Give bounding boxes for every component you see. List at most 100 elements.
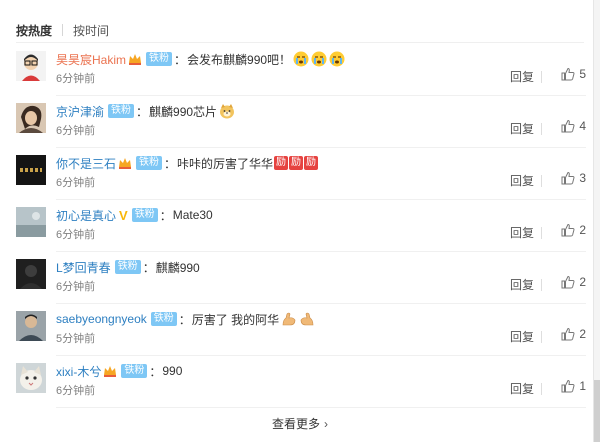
like-button[interactable]: 2 [561, 327, 586, 341]
like-count: 5 [579, 67, 586, 81]
comment-time: 5分钟前 [56, 333, 96, 345]
comment-text: Mate30 [172, 208, 213, 222]
comment-text: 厉害了 我的阿华 [191, 312, 280, 327]
comment-text: 990 [162, 364, 183, 378]
scrollbar[interactable] [593, 0, 600, 442]
doge-face-icon [220, 104, 235, 119]
action-divider [541, 383, 542, 395]
crown-icon [119, 158, 132, 169]
comment-username[interactable]: L梦回青春 [56, 259, 111, 276]
avatar[interactable] [16, 311, 46, 341]
comment-colon: ： [174, 52, 187, 67]
sort-by-time-tab[interactable]: 按时间 [73, 22, 109, 39]
fan-badge: 铁粉 [114, 260, 141, 274]
action-divider [541, 123, 542, 135]
crying-face-icon [293, 51, 309, 67]
divider [16, 42, 584, 43]
comment-time: 6分钟前 [56, 125, 96, 137]
view-more-link[interactable]: 查看更多 › [0, 415, 600, 432]
comment-content: saebyeongnyeok 铁粉 ： 厉害了 我的阿华 [56, 310, 315, 328]
action-divider [541, 331, 542, 343]
crying-face-icon [311, 51, 327, 67]
encourage-emoji-icon: 励 [304, 156, 319, 170]
thumbs-up-icon [561, 119, 575, 133]
comment-text: 会发布麒麟990吧！ [187, 52, 292, 67]
like-count: 4 [579, 119, 586, 133]
action-divider [541, 227, 542, 239]
comment-item: saebyeongnyeok 铁粉 ： 厉害了 我的阿华 5分钟前 回复 2 [16, 304, 586, 356]
thumbs-up-icon [561, 275, 575, 289]
scrollbar-thumb[interactable] [594, 380, 600, 442]
view-more-label: 查看更多 [271, 417, 320, 431]
action-divider [541, 279, 542, 291]
thumbs-up-icon [561, 379, 575, 393]
comment-item: xixi-木兮 铁粉 ： 990 6分钟前 回复 1 [16, 356, 586, 408]
comment-username[interactable]: 初心是真心 [56, 207, 116, 224]
reply-button[interactable]: 回复 [510, 224, 534, 241]
avatar[interactable] [16, 259, 46, 289]
like-count: 3 [579, 171, 586, 185]
action-divider [541, 175, 542, 187]
crown-icon [104, 366, 117, 377]
comment-time: 6分钟前 [56, 385, 96, 397]
like-button[interactable]: 2 [561, 275, 586, 289]
chevron-right-icon: › [324, 417, 328, 431]
comment-colon: ： [164, 156, 177, 171]
comment-username[interactable]: 京沪津渝 [56, 103, 104, 120]
flexed-biceps-icon [300, 312, 314, 326]
comment-item: 京沪津渝 铁粉 ： 麒麟990芯片 6分钟前 回复 4 [16, 96, 586, 148]
comment-text: 咔咔的厉害了华华 [177, 156, 274, 171]
reply-button[interactable]: 回复 [510, 380, 534, 397]
comment-text: 麒麟990 [155, 260, 200, 275]
encourage-emoji-icon: 励 [289, 156, 304, 170]
thumbs-up-icon [561, 327, 575, 341]
reply-button[interactable]: 回复 [510, 276, 534, 293]
like-button[interactable]: 4 [561, 119, 586, 133]
comment-time: 6分钟前 [56, 281, 96, 293]
reply-button[interactable]: 回复 [510, 172, 534, 189]
fan-badge: 铁粉 [108, 104, 135, 118]
crown-icon [129, 54, 142, 65]
comment-content: 初心是真心 V 铁粉 ： Mate30 [56, 206, 213, 224]
avatar[interactable] [16, 363, 46, 393]
sort-by-hot-tab[interactable]: 按热度 [16, 22, 52, 39]
reply-button[interactable]: 回复 [510, 120, 534, 137]
fan-badge: 铁粉 [150, 312, 177, 326]
comment-username[interactable]: 你不是三石 [56, 155, 116, 172]
thumbs-up-icon [561, 171, 575, 185]
comment-item: 你不是三石 铁粉 ： 咔咔的厉害了华华 励 励 励 6分钟前 回复 3 [16, 148, 586, 200]
comment-username[interactable]: xixi-木兮 [56, 363, 101, 380]
like-button[interactable]: 5 [561, 67, 586, 81]
comment-content: 京沪津渝 铁粉 ： 麒麟990芯片 [56, 102, 235, 120]
thumbs-up-icon [561, 67, 575, 81]
comment-content: xixi-木兮 铁粉 ： 990 [56, 362, 182, 380]
fan-badge: 铁粉 [131, 208, 158, 222]
comment-colon: ： [178, 312, 191, 327]
reply-button[interactable]: 回复 [510, 68, 534, 85]
sort-bar: 按热度 按时间 [16, 20, 109, 40]
comment-content: L梦回青春 铁粉 ： 麒麟990 [56, 258, 200, 276]
comment-content: 你不是三石 铁粉 ： 咔咔的厉害了华华 励 励 励 [56, 154, 319, 172]
flexed-biceps-icon [282, 312, 296, 326]
comment-time: 6分钟前 [56, 229, 96, 241]
like-count: 2 [579, 223, 586, 237]
verified-icon: V [119, 207, 128, 223]
like-button[interactable]: 2 [561, 223, 586, 237]
comment-item: 昊昊宸Hakim 铁粉 ： 会发布麒麟990吧！ 6分钟前 回复 5 [16, 44, 586, 96]
like-button[interactable]: 3 [561, 171, 586, 185]
avatar[interactable] [16, 103, 46, 133]
comment-username[interactable]: saebyeongnyeok [56, 312, 147, 326]
comment-item: 初心是真心 V 铁粉 ： Mate30 6分钟前 回复 2 [16, 200, 586, 252]
action-divider [541, 71, 542, 83]
avatar[interactable] [16, 155, 46, 185]
like-count: 2 [579, 275, 586, 289]
encourage-emoji-icon: 励 [274, 156, 289, 170]
avatar[interactable] [16, 207, 46, 237]
comment-colon: ： [136, 104, 149, 119]
avatar[interactable] [16, 51, 46, 81]
reply-button[interactable]: 回复 [510, 328, 534, 345]
comment-text: 麒麟990芯片 [149, 104, 218, 119]
like-button[interactable]: 1 [561, 379, 586, 393]
divider [56, 407, 586, 408]
comment-username[interactable]: 昊昊宸Hakim [56, 51, 126, 68]
